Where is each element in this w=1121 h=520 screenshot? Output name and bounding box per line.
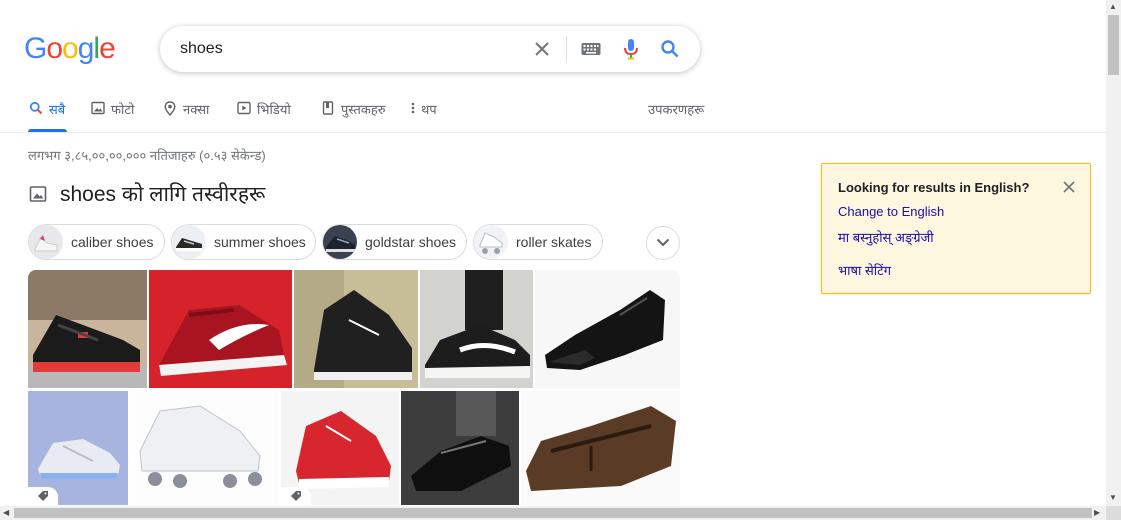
google-logo[interactable]: Google <box>24 32 116 66</box>
language-question: Looking for results in English? <box>838 180 1030 195</box>
shopping-tag-icon <box>28 487 58 505</box>
search-input[interactable] <box>180 38 520 60</box>
tab-label: भिडियो <box>257 102 291 117</box>
shopping-tag-icon <box>281 487 311 505</box>
book-icon <box>320 100 336 116</box>
scrollbar-corner <box>1106 506 1121 520</box>
close-icon[interactable] <box>1060 178 1078 196</box>
tab-more[interactable]: थप <box>409 100 437 132</box>
search-icon[interactable] <box>658 37 682 61</box>
play-icon <box>236 100 252 116</box>
image-result[interactable] <box>420 270 533 388</box>
images-section-heading[interactable]: shoes को लागि तस्वीरहरू <box>28 180 265 208</box>
scroll-down-icon[interactable]: ▼ <box>1109 493 1117 502</box>
search-divider <box>566 36 567 62</box>
logo-letter: e <box>99 32 116 65</box>
image-result[interactable] <box>535 270 680 388</box>
vertical-scrollbar[interactable]: ▲ ▼ <box>1106 0 1121 506</box>
chip-label: summer shoes <box>214 234 306 250</box>
image-result[interactable] <box>521 391 680 505</box>
tab-maps[interactable]: नक्सा <box>162 100 209 132</box>
chips-expand-button[interactable] <box>646 226 680 260</box>
image-result[interactable] <box>401 391 519 505</box>
search-box <box>160 26 700 72</box>
horizontal-scroll-thumb[interactable] <box>14 508 1092 518</box>
image-result[interactable] <box>281 391 399 505</box>
chip-roller-skates[interactable]: roller skates <box>473 224 603 260</box>
logo-letter: o <box>62 32 79 65</box>
chip-goldstar-shoes[interactable]: goldstar shoes <box>322 224 467 260</box>
chip-thumbnail <box>474 225 508 259</box>
tab-label: फोटो <box>111 102 135 117</box>
image-icon <box>90 100 106 116</box>
image-result[interactable] <box>28 391 128 505</box>
keyboard-icon[interactable] <box>579 37 603 61</box>
image-result[interactable] <box>294 270 418 388</box>
tools-button[interactable]: उपकरणहरू <box>648 100 704 118</box>
tab-all[interactable]: सबै <box>28 100 67 132</box>
logo-letter: g <box>77 32 95 65</box>
tab-books[interactable]: पुस्तकहरु <box>320 100 386 132</box>
image-grid <box>28 270 680 505</box>
keep-language-link[interactable]: मा बस्नुहोस् अङ्ग्रेजी <box>838 228 934 246</box>
chip-thumbnail <box>323 225 357 259</box>
chip-label: caliber shoes <box>71 234 154 250</box>
logo-letter: G <box>24 32 47 65</box>
tab-label: सबै <box>49 102 66 117</box>
chip-thumbnail <box>29 225 63 259</box>
image-result[interactable] <box>28 270 147 388</box>
horizontal-scrollbar[interactable]: ◀ ▶ <box>0 506 1106 520</box>
change-to-english-link[interactable]: Change to English <box>838 204 944 219</box>
image-result[interactable] <box>149 270 292 388</box>
chevron-down-icon <box>656 234 670 252</box>
chip-caliber-shoes[interactable]: caliber shoes <box>28 224 165 260</box>
language-suggestion-box: Looking for results in English? Change t… <box>821 163 1091 294</box>
chip-label: goldstar shoes <box>365 234 457 250</box>
tab-label: पुस्तकहरु <box>341 102 386 117</box>
logo-letter: o <box>46 32 63 65</box>
image-result[interactable] <box>130 391 279 505</box>
tab-images[interactable]: फोटो <box>90 100 134 132</box>
tab-videos[interactable]: भिडियो <box>236 100 291 132</box>
image-icon <box>28 184 48 204</box>
mic-icon[interactable] <box>619 37 643 61</box>
vertical-scroll-thumb[interactable] <box>1108 15 1119 75</box>
map-pin-icon <box>162 100 178 116</box>
tab-label: नक्सा <box>183 102 210 117</box>
scroll-right-icon[interactable]: ▶ <box>1094 508 1100 517</box>
close-icon[interactable] <box>530 37 554 61</box>
images-heading-text: shoes को लागि तस्वीरहरू <box>60 183 266 206</box>
more-vert-icon <box>409 100 417 116</box>
scroll-left-icon[interactable]: ◀ <box>3 508 9 517</box>
search-icon <box>28 100 44 116</box>
search-tabs: सबै फोटो नक्सा भिडियो पुस्तकहरु थप उपकरण… <box>28 100 704 132</box>
scroll-up-icon[interactable]: ▲ <box>1109 2 1117 11</box>
chip-label: roller skates <box>516 234 592 250</box>
language-settings-link[interactable]: भाषा सेटिंग <box>838 261 891 279</box>
result-stats: लगभग ३,८५,००,००,००० नतिजाहरु (०.५३ सेकेन… <box>28 148 266 163</box>
tab-label: थप <box>421 102 437 117</box>
header-divider <box>0 132 1106 133</box>
chip-summer-shoes[interactable]: summer shoes <box>171 224 316 260</box>
chip-thumbnail <box>172 225 206 259</box>
